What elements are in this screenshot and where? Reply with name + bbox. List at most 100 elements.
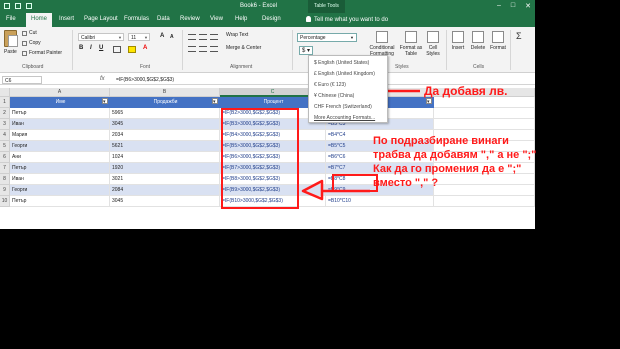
table-cell[interactable]: Георги	[10, 185, 110, 196]
row-header[interactable]: 8	[0, 174, 10, 185]
table-cell[interactable]: 1920	[110, 163, 220, 174]
tab-view[interactable]: View	[210, 16, 223, 22]
cell[interactable]	[434, 119, 535, 130]
merge-center-button[interactable]: Merge & Center	[226, 45, 261, 51]
cell[interactable]	[434, 196, 535, 207]
table-cell[interactable]: Петър	[10, 196, 110, 207]
insert-cells-button[interactable]: Insert	[449, 31, 467, 51]
select-all-corner[interactable]	[0, 88, 10, 97]
filter-dropdown-icon[interactable]	[212, 97, 218, 107]
number-format-select[interactable]: Percentage ▼	[297, 33, 357, 42]
row-header[interactable]: 2	[0, 108, 10, 119]
paste-icon[interactable]	[4, 30, 18, 47]
align-top-icon[interactable]	[188, 34, 196, 40]
currency-option-eur[interactable]: € Euro (€ 123)	[314, 82, 346, 88]
conditional-formatting-button[interactable]: Conditional Formatting	[364, 31, 400, 57]
wrap-text-button[interactable]: Wrap Text	[226, 32, 248, 38]
copy-button[interactable]: Copy	[22, 40, 41, 46]
table-cell[interactable]: 5621	[110, 141, 220, 152]
table-cell[interactable]: 2034	[110, 130, 220, 141]
table-cell[interactable]: Иван	[10, 119, 110, 130]
align-middle-icon[interactable]	[199, 34, 207, 40]
table-cell[interactable]: 3021	[110, 174, 220, 185]
maximize-icon[interactable]: □	[511, 2, 515, 10]
table-cell[interactable]: 2084	[110, 185, 220, 196]
italic-button[interactable]: I	[90, 45, 92, 51]
currency-option-gbp[interactable]: £ English (United Kingdom)	[314, 71, 375, 77]
row-header[interactable]: 9	[0, 185, 10, 196]
column-header-a[interactable]: A	[10, 88, 110, 97]
tab-insert[interactable]: Insert	[59, 16, 74, 22]
save-icon[interactable]	[4, 3, 10, 9]
row-header[interactable]: 1	[0, 97, 10, 108]
table-cell[interactable]: 1024	[110, 152, 220, 163]
table-cell[interactable]: Петър	[10, 108, 110, 119]
fill-color-icon[interactable]	[128, 46, 136, 53]
row-header[interactable]: 6	[0, 152, 10, 163]
column-header-b[interactable]: B	[110, 88, 220, 97]
redo-icon[interactable]	[26, 3, 32, 9]
name-box[interactable]: C6	[2, 76, 42, 84]
more-accounting-formats-link[interactable]: More Accounting Formats...	[314, 115, 375, 121]
tab-review[interactable]: Review	[180, 16, 200, 22]
filter-dropdown-icon[interactable]	[102, 97, 108, 107]
tell-me-search[interactable]: Tell me what you want to do	[306, 16, 388, 23]
align-left-icon[interactable]	[188, 46, 196, 52]
table-cell[interactable]: 3045	[110, 119, 220, 130]
row-header[interactable]: 5	[0, 141, 10, 152]
decrease-font-icon[interactable]: A	[170, 34, 174, 40]
table-header-cell[interactable]: Продажби	[110, 97, 220, 108]
row-header[interactable]: 4	[0, 130, 10, 141]
tab-formulas[interactable]: Formulas	[124, 16, 149, 22]
borders-icon[interactable]	[113, 46, 121, 53]
delete-cells-button[interactable]: Delete	[469, 31, 487, 51]
table-cell[interactable]: 3045	[110, 196, 220, 207]
table-cell[interactable]: 5965	[110, 108, 220, 119]
row-header[interactable]: 7	[0, 163, 10, 174]
table-header-cell[interactable]: Име	[10, 97, 110, 108]
align-bottom-icon[interactable]	[210, 34, 218, 40]
format-painter-button[interactable]: Format Painter	[22, 50, 62, 56]
number-format-value: Percentage	[300, 35, 326, 41]
increase-font-icon[interactable]: A	[160, 33, 164, 39]
tab-page-layout[interactable]: Page Layout	[84, 16, 118, 22]
tab-help[interactable]: Help	[235, 16, 247, 22]
alignment-group-label: Alignment	[230, 64, 253, 70]
currency-option-chf[interactable]: CHF French (Switzerland)	[314, 104, 372, 110]
tab-design[interactable]: Design	[262, 16, 281, 22]
table-cell[interactable]: Петър	[10, 163, 110, 174]
accounting-format-button[interactable]: $ ▾	[299, 46, 314, 55]
align-right-icon[interactable]	[210, 46, 218, 52]
underline-button[interactable]: U	[99, 45, 103, 51]
format-as-table-button[interactable]: Format as Table	[396, 31, 426, 57]
filter-dropdown-icon[interactable]	[426, 97, 432, 107]
cut-button[interactable]: Cut	[22, 30, 37, 36]
row-header[interactable]: 10	[0, 196, 10, 207]
tab-home[interactable]: Home	[26, 13, 53, 27]
currency-option-usd[interactable]: $ English (United States)	[314, 60, 369, 66]
autosum-icon[interactable]: Σ	[516, 31, 522, 41]
currency-option-cny[interactable]: ¥ Chinese (China)	[314, 93, 354, 99]
font-color-icon[interactable]: A	[143, 45, 147, 51]
align-center-icon[interactable]	[199, 46, 207, 52]
table-cell[interactable]: Мария	[10, 130, 110, 141]
tab-data[interactable]: Data	[157, 16, 170, 22]
close-icon[interactable]: ✕	[525, 2, 531, 10]
cell[interactable]	[434, 108, 535, 119]
format-cells-button[interactable]: Format	[489, 31, 507, 51]
font-name-select[interactable]: Calibri ▼	[78, 33, 124, 41]
table-cell[interactable]: Иван	[10, 174, 110, 185]
paste-button-label[interactable]: Paste	[4, 49, 17, 55]
cell[interactable]	[434, 97, 535, 108]
formula-input[interactable]: =IF(B6>3000,$G$2,$G$3)	[116, 77, 174, 83]
undo-icon[interactable]	[15, 3, 21, 9]
bold-button[interactable]: B	[79, 45, 83, 51]
row-header[interactable]: 3	[0, 119, 10, 130]
table-cell[interactable]: Ани	[10, 152, 110, 163]
table-cell[interactable]: Георги	[10, 141, 110, 152]
font-size-select[interactable]: 11 ▼	[128, 33, 150, 41]
tab-file[interactable]: File	[6, 16, 16, 22]
cell-styles-button[interactable]: Cell Styles	[424, 31, 442, 57]
function-icon[interactable]: fx	[100, 76, 105, 82]
minimize-icon[interactable]: –	[497, 2, 501, 10]
